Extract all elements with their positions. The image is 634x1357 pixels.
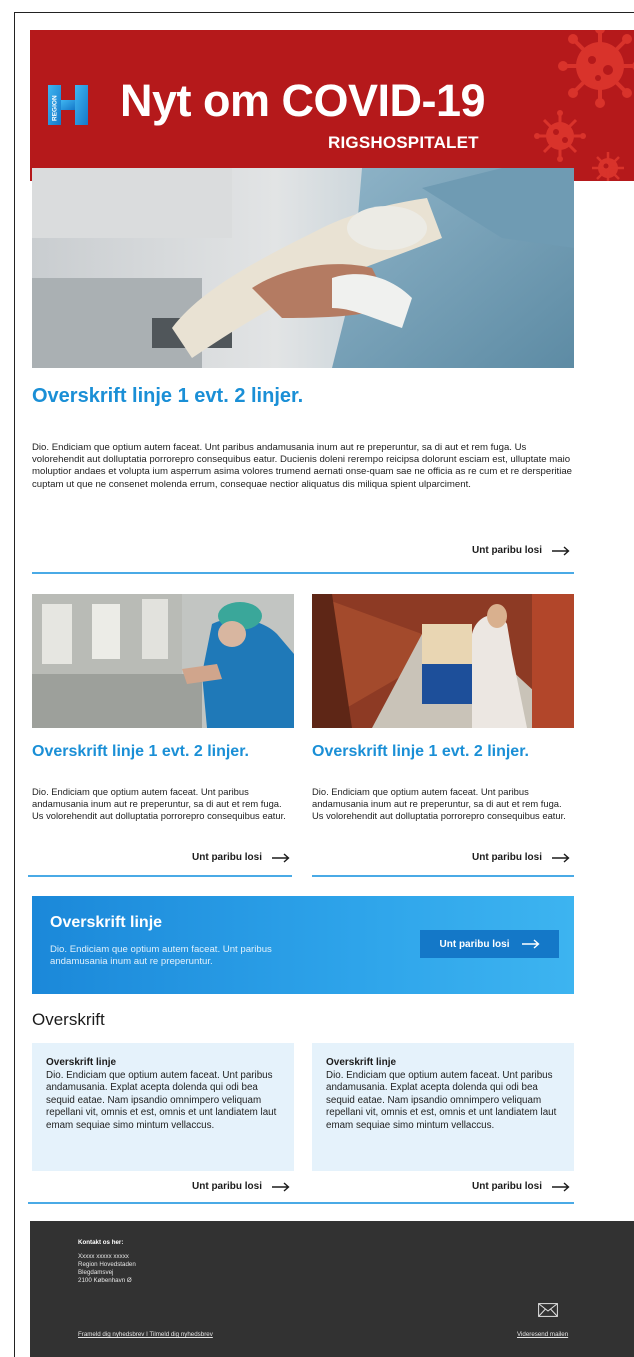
contact-line: 2100 København Ø — [78, 1277, 132, 1284]
virus-icon — [592, 152, 624, 181]
info-box-1-read-more-link[interactable]: Unt paribu losi — [192, 1181, 290, 1192]
logo-text: REGION — [52, 95, 59, 121]
newsletter-title: Nyt om COVID-19 — [120, 75, 486, 126]
info-box-2-title: Overskrift linje — [326, 1057, 397, 1068]
column-2-title: Overskrift linje 1 evt. 2 linjer. — [312, 743, 529, 760]
banner-title: Overskrift linje — [50, 914, 163, 931]
info-box-2-read-more-label: Unt paribu losi — [472, 1181, 542, 1192]
info-box-1-body: Dio. Endiciam que optium autem faceat. U… — [46, 1070, 277, 1131]
virus-icon — [558, 30, 634, 108]
divider — [32, 572, 574, 574]
newsletter: REGION Nyt om COVID-19 RIGSHOSPITALET — [30, 30, 634, 181]
divider — [28, 875, 292, 877]
footer: Kontakt os her: Xxxxx xxxxx xxxxx Region… — [30, 1221, 634, 1357]
arrow-right-icon — [521, 939, 540, 949]
hero-read-more-link[interactable]: Unt paribu losi — [472, 545, 570, 556]
column-1-body: Dio. Endiciam que optium autem faceat. U… — [32, 786, 286, 821]
arrow-right-icon — [552, 545, 570, 556]
divider — [28, 1202, 574, 1204]
info-box-1-read-more-label: Unt paribu losi — [192, 1181, 262, 1192]
divider — [312, 875, 574, 877]
hero-body: Dio. Endiciam que optium autem faceat. U… — [32, 442, 573, 490]
info-box-1-title: Overskrift linje — [46, 1057, 117, 1068]
forward-email-link[interactable]: Videresend mailen — [517, 1331, 568, 1338]
arrow-right-icon — [552, 1181, 570, 1192]
column-image-handwash[interactable] — [32, 594, 294, 728]
header: REGION Nyt om COVID-19 RIGSHOSPITALET — [30, 30, 634, 181]
info-box-2-body: Dio. Endiciam que optium autem faceat. U… — [326, 1070, 557, 1131]
contact-heading: Kontakt os her: — [78, 1239, 124, 1246]
newsletter-subtitle: RIGSHOSPITALET — [328, 133, 479, 152]
banner-body: Dio. Endiciam que optium autem faceat. U… — [50, 944, 272, 967]
column-1-read-more-link[interactable]: Unt paribu losi — [192, 852, 290, 863]
info-box-2-read-more-link[interactable]: Unt paribu losi — [472, 1181, 570, 1192]
contact-line: Blegdamsvej — [78, 1269, 114, 1276]
arrow-right-icon — [552, 852, 570, 863]
region-h-logo-icon: REGION — [48, 85, 88, 125]
hero-image-gloves[interactable] — [32, 168, 574, 368]
contact-line: Xxxxx xxxxx xxxxx — [78, 1253, 129, 1260]
hero-title: Overskrift linje 1 evt. 2 linjer. — [32, 385, 304, 407]
arrow-right-icon — [272, 1181, 290, 1192]
banner-cta-button[interactable]: Unt paribu losi — [420, 930, 559, 958]
info-box-1: Overskrift linje Dio. Endiciam que optiu… — [32, 1043, 294, 1171]
contact-line: Region Hovedstaden — [78, 1261, 136, 1268]
arrow-right-icon — [272, 852, 290, 863]
virus-icon — [534, 110, 586, 162]
subscription-links[interactable]: Frameld dig nyhedsbrev I Tilmeld dig nyh… — [78, 1331, 213, 1338]
envelope-icon[interactable] — [538, 1303, 558, 1317]
column-2-body: Dio. Endiciam que optium autem faceat. U… — [312, 786, 566, 821]
info-box-2: Overskrift linje Dio. Endiciam que optiu… — [312, 1043, 574, 1171]
column-1-read-more-label: Unt paribu losi — [192, 852, 262, 863]
column-1-title: Overskrift linje 1 evt. 2 linjer. — [32, 743, 249, 760]
column-2-read-more-label: Unt paribu losi — [472, 852, 542, 863]
banner-cta-label: Unt paribu losi — [439, 938, 510, 950]
column-2-read-more-link[interactable]: Unt paribu losi — [472, 852, 570, 863]
cta-banner: Overskrift linje Dio. Endiciam que optiu… — [32, 896, 574, 994]
section-heading: Overskrift — [32, 1010, 105, 1029]
hero-read-more-label: Unt paribu losi — [472, 545, 542, 556]
column-image-hallway[interactable] — [312, 594, 574, 728]
